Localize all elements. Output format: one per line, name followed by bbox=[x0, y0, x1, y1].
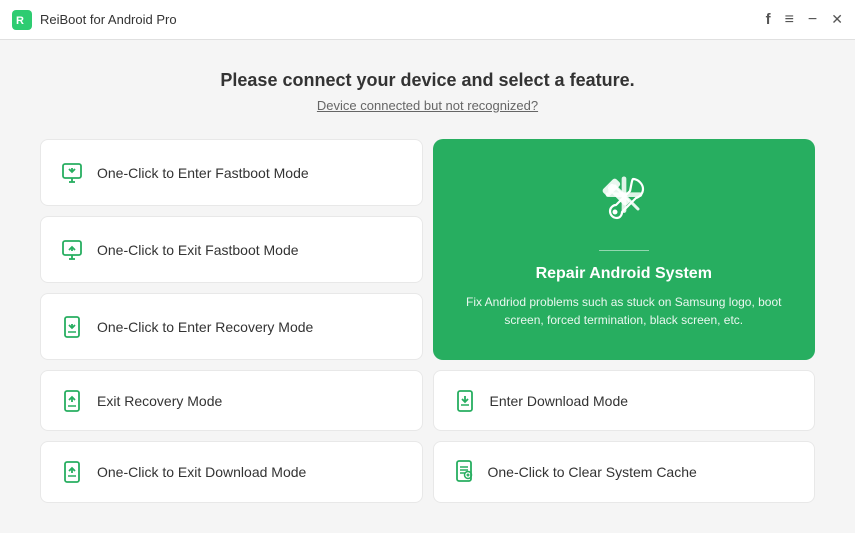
header-title: Please connect your device and select a … bbox=[40, 70, 815, 91]
enter-fastboot-button[interactable]: One-Click to Enter Fastboot Mode bbox=[40, 139, 423, 206]
repair-card-desc: Fix Andriod problems such as stuck on Sa… bbox=[453, 293, 796, 329]
exit-recovery-label: Exit Recovery Mode bbox=[97, 393, 222, 409]
exit-recovery-icon bbox=[59, 388, 85, 414]
exit-fastboot-icon bbox=[59, 237, 85, 263]
main-content: Please connect your device and select a … bbox=[0, 40, 855, 533]
enter-download-icon bbox=[452, 388, 478, 414]
menu-icon[interactable]: ≡ bbox=[785, 11, 794, 29]
app-logo: R bbox=[12, 10, 32, 30]
repair-android-card[interactable]: Repair Android System Fix Andriod proble… bbox=[433, 139, 816, 360]
enter-recovery-icon bbox=[59, 314, 85, 340]
exit-recovery-button[interactable]: Exit Recovery Mode bbox=[40, 370, 423, 431]
enter-fastboot-label: One-Click to Enter Fastboot Mode bbox=[97, 165, 309, 181]
close-icon[interactable]: ✕ bbox=[831, 11, 843, 28]
facebook-icon[interactable]: f bbox=[766, 11, 771, 28]
features-grid: One-Click to Enter Fastboot Mode bbox=[40, 139, 815, 503]
exit-fastboot-label: One-Click to Exit Fastboot Mode bbox=[97, 242, 299, 258]
title-bar: R ReiBoot for Android Pro f ≡ − ✕ bbox=[0, 0, 855, 40]
card-divider bbox=[599, 250, 649, 251]
repair-icon bbox=[594, 170, 654, 230]
exit-download-icon bbox=[59, 459, 85, 485]
enter-fastboot-icon bbox=[59, 160, 85, 186]
exit-fastboot-button[interactable]: One-Click to Exit Fastboot Mode bbox=[40, 216, 423, 283]
svg-text:R: R bbox=[16, 15, 24, 27]
clear-cache-label: One-Click to Clear System Cache bbox=[488, 464, 697, 480]
clear-cache-button[interactable]: One-Click to Clear System Cache bbox=[433, 441, 816, 503]
device-not-recognized-link[interactable]: Device connected but not recognized? bbox=[317, 98, 538, 113]
window-controls: f ≡ − ✕ bbox=[766, 11, 843, 29]
app-title: ReiBoot for Android Pro bbox=[40, 12, 766, 27]
minimize-icon[interactable]: − bbox=[808, 11, 817, 29]
exit-download-button[interactable]: One-Click to Exit Download Mode bbox=[40, 441, 423, 503]
header-section: Please connect your device and select a … bbox=[40, 70, 815, 115]
enter-download-label: Enter Download Mode bbox=[490, 393, 629, 409]
enter-recovery-button[interactable]: One-Click to Enter Recovery Mode bbox=[40, 293, 423, 360]
repair-card-title: Repair Android System bbox=[536, 265, 712, 283]
enter-download-button[interactable]: Enter Download Mode bbox=[433, 370, 816, 431]
enter-recovery-label: One-Click to Enter Recovery Mode bbox=[97, 319, 313, 335]
exit-download-label: One-Click to Exit Download Mode bbox=[97, 464, 306, 480]
clear-cache-icon bbox=[452, 459, 476, 486]
